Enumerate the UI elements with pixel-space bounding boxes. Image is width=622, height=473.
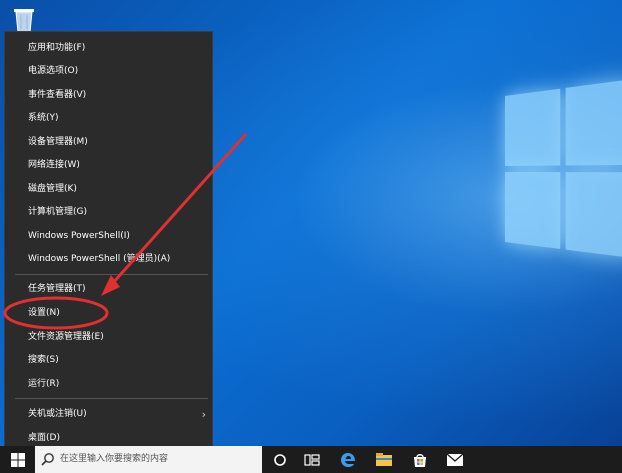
menu-item-run[interactable]: 运行(R) <box>5 373 212 396</box>
cortana-button[interactable] <box>265 446 295 473</box>
task-view-button[interactable] <box>297 446 327 473</box>
menu-item-shutdown-signout[interactable]: 关机或注销(U) › <box>5 403 212 426</box>
store-button[interactable] <box>405 446 435 473</box>
menu-item-task-manager[interactable]: 任务管理器(T) <box>5 278 212 301</box>
menu-item-event-viewer[interactable]: 事件查看器(V) <box>5 84 212 107</box>
menu-item-device-manager[interactable]: 设备管理器(M) <box>5 131 212 154</box>
menu-item-powershell-admin[interactable]: Windows PowerShell (管理员)(A) <box>5 248 212 271</box>
edge-browser-icon <box>341 452 355 467</box>
menu-item-disk-management[interactable]: 磁盘管理(K) <box>5 178 212 201</box>
windows-start-icon <box>10 452 25 467</box>
menu-item-power-options[interactable]: 电源选项(O) <box>5 60 212 83</box>
edge-browser-button[interactable] <box>333 446 363 473</box>
menu-item-network-connections[interactable]: 网络连接(W) <box>5 154 212 177</box>
file-explorer-button[interactable] <box>369 446 399 473</box>
taskbar: 在这里输入你要搜索的内容 <box>0 446 622 473</box>
menu-item-settings[interactable]: 设置(N) <box>5 302 212 325</box>
menu-item-powershell[interactable]: Windows PowerShell(I) <box>5 225 212 248</box>
winx-context-menu: 应用和功能(F) 电源选项(O) 事件查看器(V) 系统(Y) 设备管理器(M)… <box>4 31 213 455</box>
search-icon <box>41 453 54 466</box>
windows-logo-wallpaper <box>505 78 622 264</box>
menu-item-search[interactable]: 搜索(S) <box>5 349 212 372</box>
mail-button[interactable] <box>440 446 470 473</box>
menu-item-file-explorer[interactable]: 文件资源管理器(E) <box>5 326 212 349</box>
menu-separator <box>15 274 208 275</box>
menu-item-system[interactable]: 系统(Y) <box>5 107 212 130</box>
search-placeholder: 在这里输入你要搜索的内容 <box>60 454 169 464</box>
cortana-circle-icon <box>274 453 286 466</box>
menu-separator <box>15 398 208 399</box>
file-explorer-icon <box>376 452 392 466</box>
task-view-icon <box>304 453 320 466</box>
mail-icon <box>446 453 464 466</box>
start-button[interactable] <box>0 446 35 473</box>
taskbar-search-box[interactable]: 在这里输入你要搜索的内容 <box>35 446 262 473</box>
menu-item-apps-features[interactable]: 应用和功能(F) <box>5 37 212 60</box>
store-icon <box>414 453 426 467</box>
menu-item-computer-management[interactable]: 计算机管理(G) <box>5 201 212 224</box>
chevron-right-icon: › <box>201 408 206 421</box>
recycle-bin-icon[interactable] <box>10 4 38 34</box>
